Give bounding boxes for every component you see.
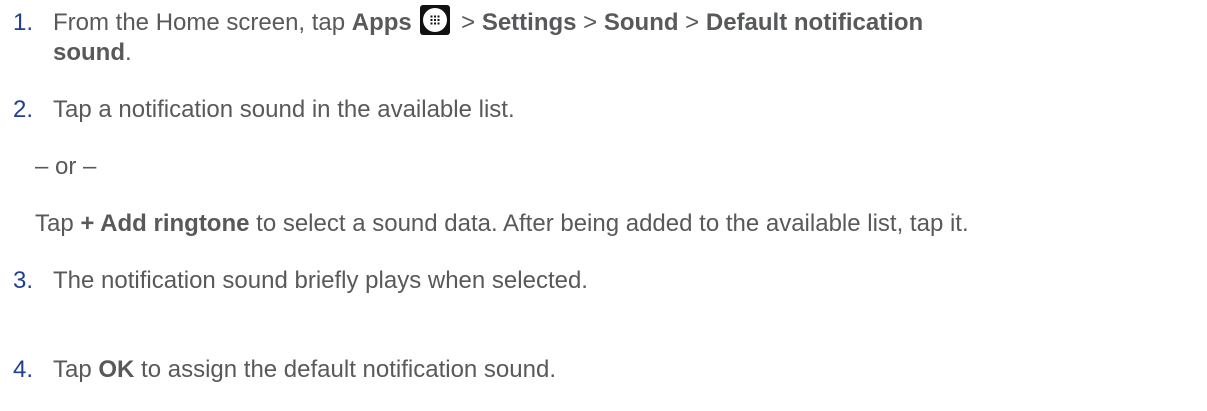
separator: > bbox=[576, 9, 604, 36]
step-2: 2. Tap a notification sound in the availa… bbox=[13, 94, 1197, 126]
step-text-segment: to assign the default notification sound… bbox=[134, 356, 556, 383]
instruction-document: 1. From the Home screen, tap Apps > Setti… bbox=[0, 0, 1207, 411]
separator: > bbox=[678, 9, 706, 36]
alternative-instruction: Tap + Add ringtone to select a sound dat… bbox=[35, 208, 969, 240]
alternative-text-segment: Tap bbox=[35, 210, 81, 237]
settings-label: Settings bbox=[481, 9, 577, 36]
ok-label: OK bbox=[98, 356, 135, 383]
alternative-text-segment: to select a sound data. After being adde… bbox=[249, 210, 969, 237]
sound-label-continued: sound bbox=[53, 39, 125, 66]
or-separator: – or – bbox=[35, 153, 97, 180]
step-1-continuation: sound. bbox=[53, 37, 132, 69]
period: . bbox=[125, 39, 132, 66]
step-text: Tap a notification sound in the availabl… bbox=[53, 96, 515, 123]
step-text: Tap OK to assign the default notificatio… bbox=[53, 356, 556, 383]
default-notification-label: Default notification bbox=[705, 9, 924, 36]
step-1: 1. From the Home screen, tap Apps > Setti… bbox=[13, 5, 1197, 39]
add-ringtone-label: + Add ringtone bbox=[80, 210, 250, 237]
step-text-segment: From the Home screen, tap bbox=[53, 9, 352, 36]
step-number: 3. bbox=[13, 267, 34, 294]
sound-label: Sound bbox=[603, 9, 679, 36]
apps-icon bbox=[420, 5, 451, 35]
step-4: 4. Tap OK to assign the default notificat… bbox=[13, 354, 1197, 386]
step-number: 2. bbox=[13, 96, 34, 123]
step-text-segment: Tap bbox=[53, 356, 99, 383]
step-number: 1. bbox=[13, 9, 34, 36]
step-3: 3. The notification sound briefly plays w… bbox=[13, 265, 1197, 297]
step-number: 4. bbox=[13, 356, 34, 383]
step-text: The notification sound briefly plays whe… bbox=[53, 267, 588, 294]
apps-label: Apps bbox=[351, 9, 412, 36]
separator: > bbox=[454, 9, 482, 36]
step-text: From the Home screen, tap Apps > Setting… bbox=[53, 5, 924, 36]
